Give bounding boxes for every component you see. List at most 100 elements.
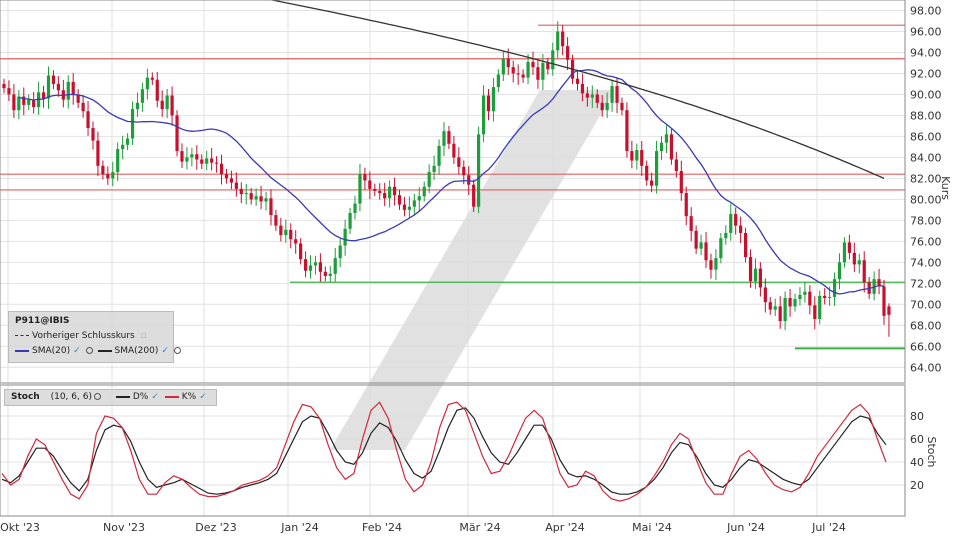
candle-body <box>170 95 174 116</box>
candle-body <box>130 109 135 139</box>
x-tick-label: Jan '24 <box>280 521 318 534</box>
price-tick-label: 96.00 <box>910 25 942 38</box>
candle-body <box>229 178 234 183</box>
candle-body <box>328 273 332 276</box>
candle-body <box>81 102 85 112</box>
price-tick-label: 80.00 <box>910 193 942 206</box>
candle-body <box>645 165 649 181</box>
candle-body <box>348 213 352 229</box>
candle-body <box>155 79 159 101</box>
candle-body <box>219 163 224 175</box>
candle-body <box>91 128 95 141</box>
candle-body <box>101 165 105 175</box>
legend-prev-close-label: Vorheriger Schlusskurs <box>32 331 135 341</box>
stoch-tick-label: 20 <box>910 479 924 492</box>
candle-body <box>106 174 110 179</box>
candle-body <box>353 203 357 214</box>
candle-body <box>388 186 392 199</box>
candle-body <box>313 262 318 266</box>
candle-body <box>595 94 599 103</box>
gear-icon[interactable] <box>93 393 101 400</box>
candle-body <box>773 306 777 310</box>
candle-body <box>763 287 767 303</box>
legend-prev-close: Vorheriger Schlusskurs ▫ <box>15 331 150 341</box>
price-tick-label: 74.00 <box>910 256 942 269</box>
candle-body <box>546 62 550 70</box>
candle-body <box>46 75 51 99</box>
candle-body <box>318 262 323 272</box>
price-tick-label: 94.00 <box>910 46 942 59</box>
candle-body <box>462 166 466 176</box>
price-axis-title: Kurs <box>939 176 952 200</box>
legend-sma200-label: SMA(200) <box>114 346 159 356</box>
check-icon[interactable]: ✓ <box>161 346 169 356</box>
candle-body <box>472 184 476 207</box>
candle-body <box>828 296 832 299</box>
price-tick-label: 84.00 <box>910 151 942 164</box>
candle-body <box>724 232 728 239</box>
candle-body <box>590 94 594 98</box>
legend-k-label: K% <box>181 392 197 402</box>
candle-body <box>625 110 629 152</box>
candle-body <box>392 186 397 196</box>
check-icon[interactable]: ✓ <box>151 392 159 402</box>
check-icon[interactable]: ✓ <box>73 346 81 356</box>
candle-body <box>71 81 75 95</box>
candle-body <box>793 299 797 307</box>
candle-body <box>743 232 748 258</box>
candle-body <box>739 225 743 233</box>
blue-line-icon <box>15 349 29 352</box>
candle-body <box>758 268 763 288</box>
candle-body <box>803 291 807 295</box>
stoch-tick-label: 40 <box>910 456 924 469</box>
candle-body <box>165 95 169 110</box>
gear-icon[interactable] <box>173 347 181 354</box>
candle-body <box>788 298 792 307</box>
candle-body <box>116 149 120 173</box>
checkbox-icon[interactable]: ▫ <box>141 331 147 341</box>
candle-body <box>704 242 708 261</box>
candle-body <box>862 260 866 283</box>
candle-body <box>847 242 851 253</box>
candle-body <box>417 196 421 201</box>
candle-body <box>56 83 60 91</box>
x-tick-label: Nov '23 <box>103 521 145 534</box>
candle-body <box>205 158 209 164</box>
candle-body <box>694 230 698 249</box>
candle-body <box>689 216 693 231</box>
black-line-icon <box>97 349 112 352</box>
candle-body <box>719 238 723 259</box>
candle-body <box>650 180 654 186</box>
candle-body <box>452 143 456 158</box>
candle-body <box>778 306 782 322</box>
candle-body <box>185 157 189 162</box>
candle-body <box>605 102 609 111</box>
x-tick-label: Mai '24 <box>632 521 672 534</box>
legend-symbol: P911@IBIS <box>15 316 70 326</box>
candle-body <box>669 134 674 160</box>
stoch-axis-title: Stoch <box>925 436 938 467</box>
candle-body <box>654 151 659 186</box>
price-tick-label: 70.00 <box>910 298 942 311</box>
candle-body <box>427 172 431 187</box>
candle-body <box>135 102 140 110</box>
candle-body <box>7 88 11 95</box>
price-tick-label: 88.00 <box>910 109 942 122</box>
price-tick-label: 64.00 <box>910 361 942 374</box>
candle-body <box>536 67 540 80</box>
check-icon[interactable]: ✓ <box>199 392 207 402</box>
candle-body <box>269 198 273 216</box>
price-tick-label: 78.00 <box>910 214 942 227</box>
candle-body <box>368 180 372 189</box>
candle-body <box>620 102 624 111</box>
candle-body <box>852 252 856 265</box>
legend-d-label: D% <box>132 392 149 402</box>
candle-body <box>437 145 441 166</box>
candle-body <box>2 83 6 89</box>
candle-body <box>422 186 426 197</box>
price-tick-label: 76.00 <box>910 235 942 248</box>
candle-body <box>457 157 461 167</box>
stoch-title: Stoch <box>11 392 40 402</box>
gear-icon[interactable] <box>85 347 93 354</box>
candle-body <box>575 78 580 84</box>
